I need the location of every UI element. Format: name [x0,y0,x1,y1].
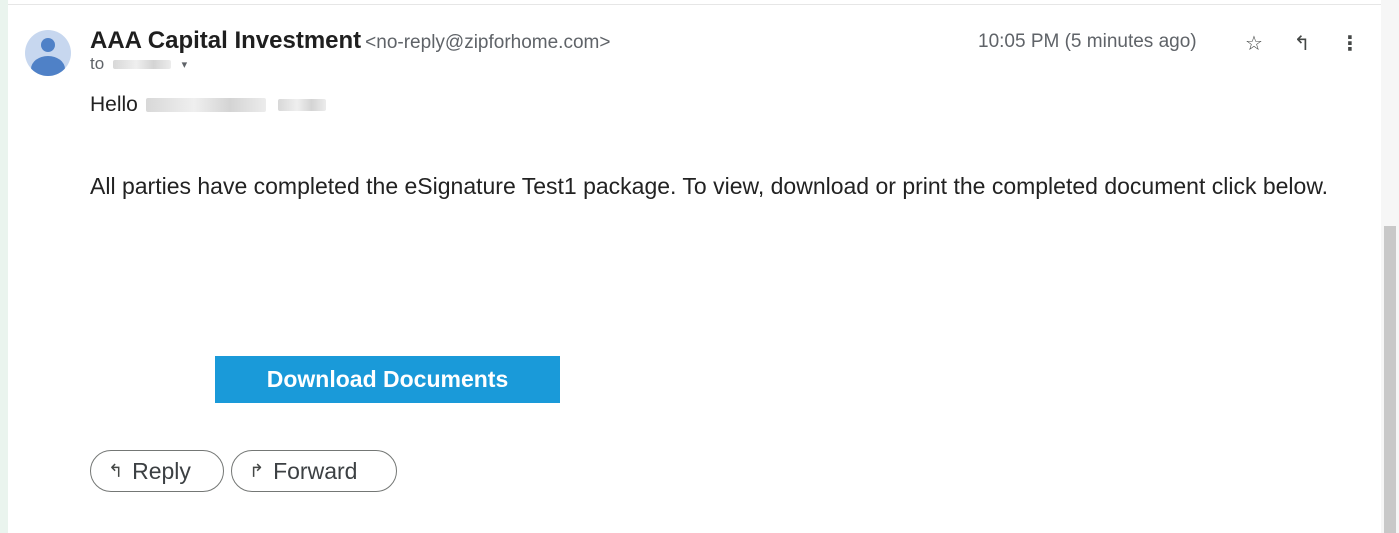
redacted-name-2 [277,99,326,112]
left-panel-edge [0,0,8,533]
to-label: to [90,54,105,73]
greeting-text: Hello [90,93,138,116]
reply-icon[interactable]: ↰ [1290,30,1314,56]
scrollbar-track[interactable] [1381,0,1399,533]
sender-line: AAA Capital Investment <no-reply@zipforho… [90,27,610,55]
forward-icon: ↱ [249,460,265,482]
scrollbar-thumb[interactable] [1384,226,1396,533]
star-icon[interactable]: ☆ [1242,30,1266,56]
download-documents-button[interactable]: Download Documents [215,356,560,403]
redacted-name [145,98,266,113]
sender-avatar[interactable] [25,30,71,76]
forward-label: Forward [273,457,358,484]
reply-label: Reply [132,457,191,484]
top-divider [8,4,1381,5]
avatar-head [41,38,55,52]
recipient-details-icon[interactable]: ▾ [182,58,188,71]
reply-icon: ↰ [108,460,124,482]
reply-button[interactable]: ↰ Reply [90,450,224,492]
sender-email: <no-reply@zipforhome.com> [365,32,611,53]
more-vert-icon[interactable]: ⋮ [1338,30,1362,56]
redacted-recipient [112,60,171,70]
sender-name[interactable]: AAA Capital Investment [90,27,361,54]
message-body: All parties have completed the eSignatur… [90,173,1329,199]
forward-button[interactable]: ↱ Forward [231,450,397,492]
message-timestamp: 10:05 PM (5 minutes ago) [978,31,1197,52]
recipient-line: to ▾ [90,54,187,74]
greeting: Hello [90,93,326,117]
avatar-body [31,56,65,76]
